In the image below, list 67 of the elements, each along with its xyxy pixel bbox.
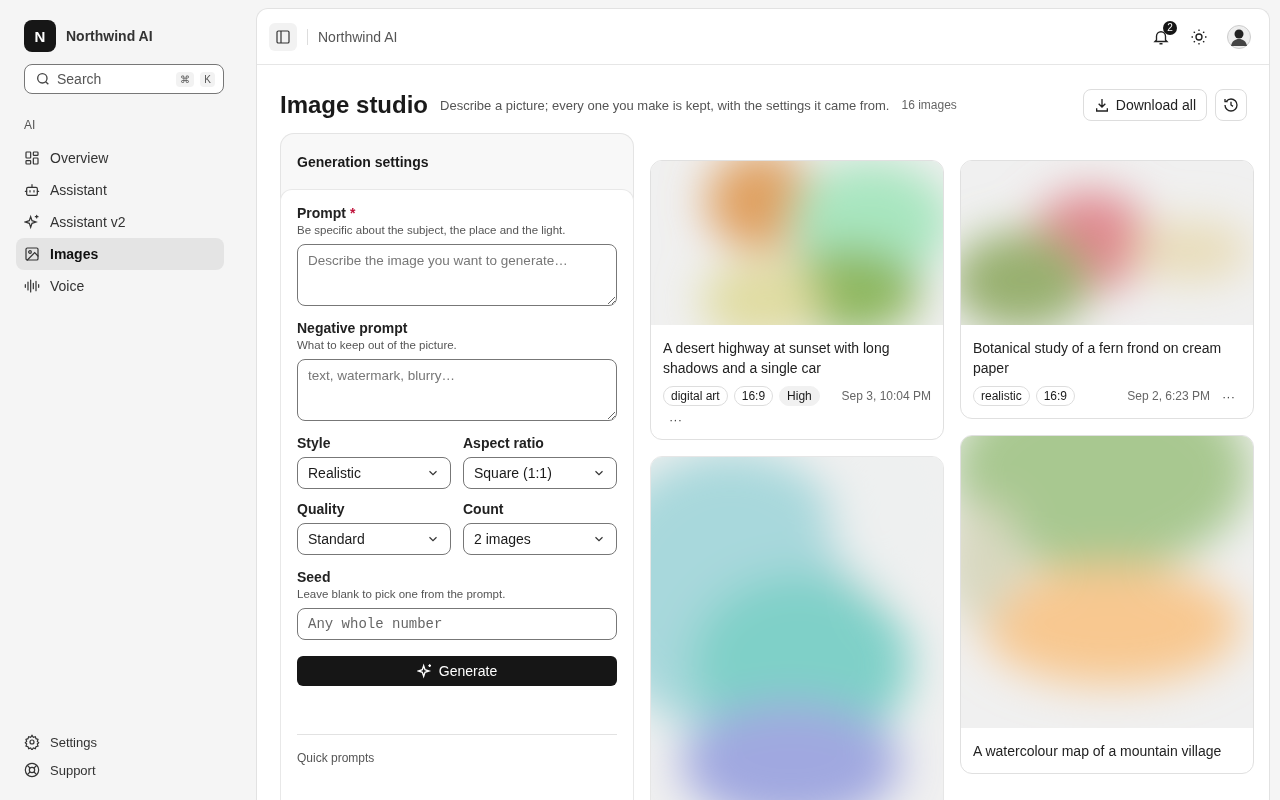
brand-logo: N — [24, 20, 56, 52]
sidebar-toggle-icon[interactable] — [269, 22, 297, 51]
shortcut-key: ⌘ — [176, 71, 195, 87]
image-caption: Botanical study of a fern frond on cream paper — [973, 339, 1223, 379]
search-field[interactable]: Search — [57, 65, 171, 93]
image-count: 16 images — [901, 98, 957, 113]
sidebar-item[interactable]: Assistant — [16, 174, 224, 206]
required-mark: * — [349, 205, 356, 222]
history-icon — [1223, 97, 1239, 114]
sidebar-item[interactable]: Overview — [16, 142, 224, 174]
field-label: Negative prompt — [297, 320, 409, 337]
field-label: Seed — [297, 569, 332, 586]
waveform-icon — [24, 278, 40, 294]
prompt-field[interactable]: Describe the image you want to generate… — [297, 244, 617, 307]
panel-title: Generation settings — [297, 153, 429, 170]
select-field[interactable]: Square (1:1) — [463, 457, 617, 490]
field-hint: Leave blank to pick one from the prompt. — [297, 588, 507, 601]
image-caption: A watercolour map of a mountain village — [973, 742, 1223, 762]
field-hint: What to keep out of the picture. — [297, 339, 458, 352]
select-field[interactable]: 2 images — [463, 523, 617, 556]
field-hint: Be specific about the subject, the place and the light. — [297, 224, 567, 237]
robot-icon — [24, 182, 40, 198]
notification-count: 2 — [1163, 20, 1177, 35]
more-button[interactable]: ··· — [663, 412, 688, 428]
lifebuoy-icon — [24, 762, 40, 778]
section-label: Quick prompts — [297, 751, 376, 766]
date-label: Sep 2, 6:23 PM — [1127, 389, 1210, 404]
field-label: Count — [463, 501, 505, 518]
history-button[interactable] — [1215, 89, 1247, 122]
shortcut-key: K — [200, 71, 215, 87]
notifications-button[interactable]: 2 — [1147, 22, 1175, 51]
more-button[interactable]: ··· — [1216, 388, 1241, 404]
search-icon — [35, 71, 51, 87]
tag: High — [779, 386, 820, 407]
search-bar[interactable]: Search ⌘ K — [24, 64, 224, 94]
section-label: AI — [24, 118, 37, 132]
negative-prompt-field[interactable]: text, watermark, blurry… — [297, 359, 617, 422]
image-card[interactable]: A desert highway at sunset with long shadows and a single car digital art 16:9 High Sep 3, 10:04 PM ··· — [650, 160, 944, 441]
download-icon — [1093, 97, 1110, 114]
sparkle-icon — [24, 214, 40, 230]
settings-icon — [24, 734, 40, 750]
generate-button[interactable]: Generate — [297, 656, 617, 687]
select-field[interactable]: Realistic — [297, 457, 451, 490]
field-label: Quality — [297, 501, 346, 518]
sidebar-item[interactable]: Voice — [16, 270, 224, 302]
avatar[interactable] — [1227, 24, 1251, 49]
breadcrumb[interactable]: Northwind AI — [318, 28, 398, 45]
sidebar-item[interactable]: Images — [16, 238, 224, 270]
brand-name: Northwind AI — [66, 28, 153, 44]
seed-field[interactable]: Any whole number — [297, 608, 617, 641]
field-label: Style — [297, 435, 332, 452]
download-all-button[interactable]: Download all — [1082, 89, 1207, 122]
sparkle-icon — [416, 663, 433, 680]
date-label: Sep 3, 10:04 PM — [841, 389, 931, 404]
field-label: Prompt * — [297, 205, 357, 222]
sidebar-item[interactable]: Support — [16, 756, 224, 784]
select-field[interactable]: Standard — [297, 523, 451, 556]
image-card[interactable]: Botanical study of a fern frond on cream paper realistic 16:9 Sep 2, 6:23 PM ··· — [960, 160, 1254, 420]
image-icon — [24, 246, 40, 262]
page-subtitle: Describe a picture; every one you make is kept, with the settings it came from. — [440, 97, 890, 113]
page-title: Image studio — [280, 91, 429, 120]
grid-icon — [24, 150, 40, 166]
sidebar-item[interactable]: Settings — [16, 728, 224, 756]
sidebar-item[interactable]: Assistant v2 — [16, 206, 224, 238]
image-card[interactable]: A watercolour map of a mountain village — [960, 435, 1254, 775]
image-caption: A desert highway at sunset with long shadows and a single car — [663, 339, 891, 379]
field-label: Aspect ratio — [463, 435, 545, 452]
